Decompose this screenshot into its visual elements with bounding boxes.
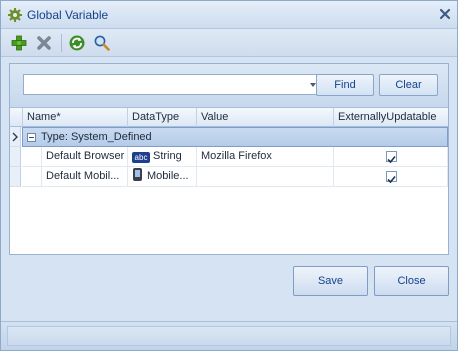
row-indicator [10, 147, 21, 167]
cell-datatype-label: Mobile... [147, 170, 189, 182]
checkmark-icon [387, 175, 396, 184]
table-row[interactable]: Default Mobil... Mobile... [10, 167, 448, 187]
search-bar: Find Clear [10, 64, 448, 108]
variables-panel: Find Clear Name* DataType Value External… [9, 63, 449, 255]
row-indicator [10, 127, 21, 147]
status-panel [7, 326, 451, 346]
collapse-icon[interactable] [27, 133, 36, 142]
cell-datatype-label: String [153, 150, 182, 162]
header-indicator [10, 108, 23, 127]
title-bar: Global Variable [1, 1, 457, 29]
global-variable-dialog: Global Variable Find Clear Name* DataTyp… [0, 0, 458, 351]
clear-button[interactable]: Clear [379, 74, 438, 96]
gear-icon [7, 7, 23, 23]
checkmark-icon [387, 155, 396, 164]
externally-updatable-checkbox[interactable] [386, 151, 397, 164]
row-indicator [10, 167, 21, 187]
window-title: Global Variable [27, 8, 109, 22]
table-row[interactable]: Default Browser abc String Mozilla Firefo… [10, 147, 448, 167]
indent-cell [22, 147, 42, 167]
externally-updatable-checkbox[interactable] [386, 171, 397, 184]
toolbar [1, 29, 457, 57]
cell-externally-updatable[interactable] [334, 147, 448, 167]
current-row-arrow-icon [12, 132, 18, 142]
status-bar [1, 321, 457, 350]
column-header-name[interactable]: Name* [23, 108, 128, 127]
column-header-datatype[interactable]: DataType [128, 108, 197, 127]
close-icon [439, 8, 451, 20]
cell-name[interactable]: Default Mobil... [42, 167, 128, 187]
find-button[interactable]: Find [316, 74, 374, 96]
grid-header: Name* DataType Value ExternallyUpdatable [10, 108, 448, 127]
cell-name[interactable]: Default Browser [42, 147, 128, 167]
cell-externally-updatable[interactable] [334, 167, 448, 187]
cell-datatype[interactable]: abc String [128, 147, 197, 167]
search-combo[interactable] [23, 74, 320, 95]
delete-icon[interactable] [35, 34, 53, 52]
cell-datatype[interactable]: Mobile... [128, 167, 197, 187]
search-zoom-icon[interactable] [93, 34, 111, 52]
save-button[interactable]: Save [293, 266, 368, 296]
group-label: Type: System_Defined [41, 131, 152, 143]
column-header-externally-updatable[interactable]: ExternallyUpdatable [334, 108, 448, 127]
refresh-icon[interactable] [68, 34, 86, 52]
cell-value[interactable] [197, 167, 334, 187]
add-icon[interactable] [10, 34, 28, 52]
string-type-icon: abc [132, 152, 150, 163]
close-window-button[interactable] [437, 6, 453, 22]
cell-value[interactable]: Mozilla Firefox [197, 147, 334, 167]
mobile-icon [133, 168, 142, 181]
column-header-value[interactable]: Value [197, 108, 334, 127]
group-header[interactable]: Type: System_Defined [22, 127, 448, 147]
indent-cell [22, 167, 42, 187]
close-button[interactable]: Close [374, 266, 449, 296]
toolbar-separator [61, 34, 62, 52]
group-row[interactable]: Type: System_Defined [10, 127, 448, 147]
